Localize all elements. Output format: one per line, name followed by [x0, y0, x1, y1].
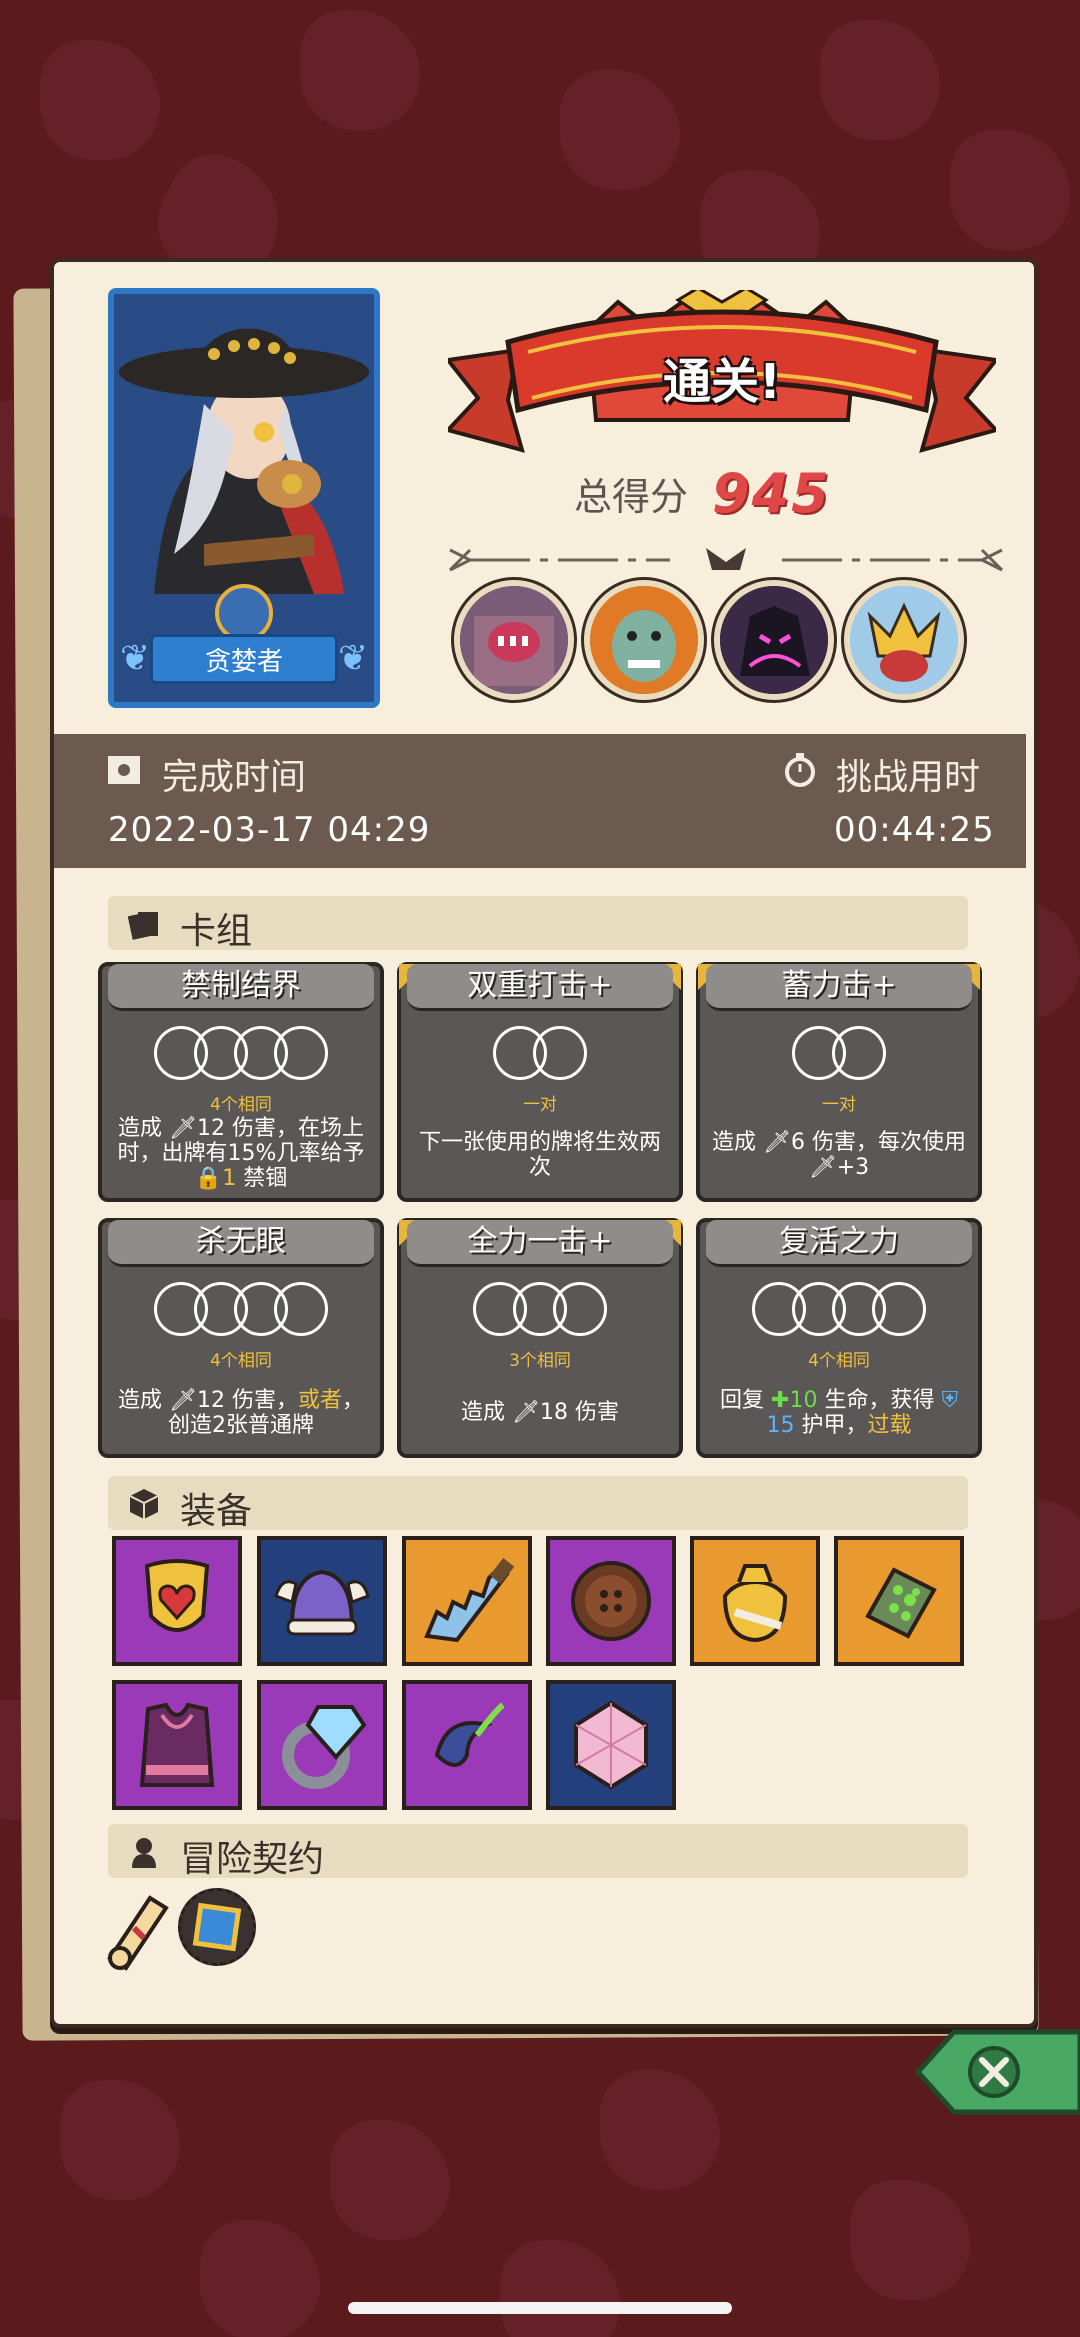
hero-name: 贪婪者 — [150, 634, 338, 684]
equip-pink-gem[interactable] — [546, 1680, 676, 1810]
boss-shadow-beast-icon — [714, 580, 834, 700]
shield-icon: ⛨ — [941, 1388, 958, 1413]
boss-orc-icon — [584, 580, 704, 700]
equip-viking-helmet[interactable] — [257, 1536, 387, 1666]
card-description: 回复 ✚10 生命，获得 ⛨ 15 护甲，过载 — [720, 1388, 958, 1438]
score-value: 945 — [712, 462, 831, 525]
witch-character-icon — [114, 294, 374, 624]
boss-golden-king-icon — [844, 580, 964, 700]
rune-cube-icon — [192, 1902, 242, 1952]
card-rings — [700, 1282, 978, 1336]
boss-ruin-golem-icon — [454, 580, 574, 700]
curl-ornament-right-icon: ❦ — [338, 638, 369, 679]
time-band: 完成时间 2022-03-17 04:29 挑战用时 00:44:25 — [54, 734, 1026, 868]
heart-shield-icon — [144, 1559, 210, 1632]
card-title: 双重打击+ — [407, 964, 673, 1011]
equipment-section-header: 装备 — [108, 1476, 968, 1532]
scroll-contract-icon — [107, 1895, 169, 1971]
contracts-section-header: 冒险契约 — [108, 1824, 968, 1880]
moss-scroll-icon — [865, 1567, 937, 1639]
viking-helmet-icon — [274, 1569, 370, 1636]
card-match: 一对 — [822, 1095, 856, 1115]
ornament-divider — [448, 548, 1004, 572]
card-double-strike[interactable]: 双重打击+ 一对 下一张使用的牌将生效两次 — [397, 962, 683, 1202]
card-revival-power[interactable]: 复活之力 4个相同 回复 ✚10 生命，获得 ⛨ 15 护甲，过载 — [696, 1218, 982, 1458]
card-rings — [102, 1282, 380, 1336]
cards-icon — [127, 912, 158, 940]
equip-diamond-ring[interactable] — [257, 1680, 387, 1810]
equip-serrated-blade[interactable] — [402, 1536, 532, 1666]
equip-gold-sack[interactable] — [690, 1536, 820, 1666]
card-match: 3个相同 — [509, 1351, 571, 1371]
equip-moss-scroll[interactable] — [834, 1536, 964, 1666]
deck-title: 卡组 — [180, 911, 253, 952]
stopwatch-icon — [785, 753, 815, 787]
card-description: 造成 🗡6 伤害，每次使用 🗡+3 — [712, 1130, 966, 1180]
card-title: 杀无眼 — [108, 1220, 374, 1267]
card-title: 复活之力 — [706, 1220, 972, 1267]
sword-icon: 🗡 — [808, 1155, 837, 1180]
equip-purple-vest[interactable] — [112, 1680, 242, 1810]
equip-feather-plume[interactable] — [402, 1680, 532, 1810]
purple-vest-icon — [139, 1702, 215, 1787]
card-description: 下一张使用的牌将生效两次 — [418, 1130, 661, 1180]
cube-icon — [129, 1489, 159, 1519]
contract-rune-cube[interactable] — [178, 1888, 256, 1966]
sword-icon: 🗡 — [169, 1116, 197, 1141]
gold-sack-icon — [722, 1564, 788, 1643]
contract-scroll[interactable] — [100, 1888, 176, 1976]
feather-plume-icon — [434, 1702, 505, 1767]
card-match: 4个相同 — [808, 1351, 870, 1371]
card-match: 4个相同 — [210, 1095, 272, 1115]
card-charged-strike[interactable]: 蓄力击+ 一对 造成 🗡6 伤害，每次使用 🗡+3 — [696, 962, 982, 1202]
defeated-bosses — [454, 580, 964, 700]
challenge-time-label: 挑战用时 — [836, 757, 981, 798]
curl-ornament-left-icon: ❦ — [120, 638, 151, 679]
card-rings — [401, 1026, 679, 1080]
card-match: 4个相同 — [210, 1351, 272, 1371]
card-binding-barrier[interactable]: 禁制结界 4个相同 造成 🗡12 伤害，在场上时，出牌有15%几率给予 🔒1 禁锢 — [98, 962, 384, 1202]
card-rings — [700, 1026, 978, 1080]
card-killing-blind[interactable]: 杀无眼 4个相同 造成 🗡12 伤害，或者， 创造2张普通牌 — [98, 1218, 384, 1458]
card-rings — [401, 1282, 679, 1336]
pink-gem-icon — [574, 1700, 648, 1790]
sword-icon: 🗡 — [512, 1400, 540, 1425]
victory-banner — [448, 290, 996, 453]
complete-time-value: 2022-03-17 04:29 — [108, 810, 431, 850]
lock-icon: 🔒 — [194, 1166, 223, 1191]
card-match: 一对 — [523, 1095, 557, 1115]
home-indicator[interactable] — [348, 2302, 732, 2314]
equip-wooden-button[interactable] — [546, 1536, 676, 1666]
person-icon — [132, 1838, 156, 1868]
equip-heart-shield[interactable] — [112, 1536, 242, 1666]
heal-plus-icon: ✚ — [771, 1388, 790, 1413]
card-title: 全力一击+ — [407, 1220, 673, 1267]
card-description: 造成 🗡18 伤害 — [461, 1400, 619, 1425]
card-description: 造成 🗡12 伤害，在场上时，出牌有15%几率给予 🔒1 禁锢 — [117, 1116, 365, 1191]
score-label: 总得分 — [574, 475, 689, 519]
diamond-ring-icon — [282, 1705, 367, 1789]
card-rings — [102, 1026, 380, 1080]
serrated-blade-icon — [424, 1558, 515, 1643]
contracts-title: 冒险契约 — [180, 1839, 325, 1880]
wooden-button-icon — [571, 1561, 651, 1641]
hero-portrait: ❦ ❦ 贪婪者 — [108, 288, 380, 708]
card-full-strike[interactable]: 全力一击+ 3个相同 造成 🗡18 伤害 — [397, 1218, 683, 1458]
card-title: 禁制结界 — [108, 964, 374, 1011]
card-title: 蓄力击+ — [706, 964, 972, 1011]
complete-time-label: 完成时间 — [162, 757, 307, 798]
close-button[interactable] — [914, 2028, 1080, 2116]
sword-icon: 🗡 — [169, 1388, 197, 1413]
equipment-title: 装备 — [180, 1491, 253, 1532]
card-description: 造成 🗡12 伤害，或者， 创造2张普通牌 — [118, 1388, 364, 1438]
deck-section-header: 卡组 — [108, 896, 968, 952]
score-row: 总得分 945 — [574, 462, 831, 525]
calendar-icon — [108, 756, 140, 784]
challenge-time-value: 00:44:25 — [834, 810, 995, 850]
sword-icon: 🗡 — [763, 1130, 791, 1155]
